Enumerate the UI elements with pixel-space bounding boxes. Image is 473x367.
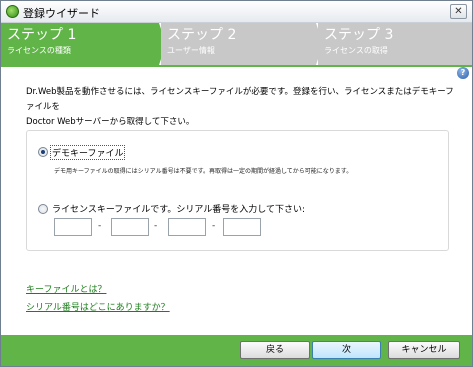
license-key-label[interactable]: ライセンスキーファイルです。シリアル番号を入力して下さい:	[52, 202, 305, 215]
serial-field-4[interactable]	[223, 218, 261, 236]
step-2-tab: ステップ 2 ユーザー情報	[161, 23, 316, 65]
next-button[interactable]: 次	[312, 341, 381, 359]
window-title: 登録ウイザード	[23, 7, 100, 20]
serial-field-1[interactable]	[54, 218, 92, 236]
demo-key-radio[interactable]	[38, 147, 48, 157]
registration-wizard-window: 登録ウイザード ✕ ステップ 1 ライセンスの種類 ステップ 2 ユーザー情報 …	[0, 0, 473, 367]
intro-line-2: Doctor Webサーバーから取得して下さい。	[26, 117, 195, 127]
step-1-subtitle: ライセンスの種類	[7, 46, 71, 55]
step-3-title: ステップ 3	[324, 27, 394, 43]
drweb-spider-icon	[6, 5, 19, 18]
title-bar: 登録ウイザード ✕	[1, 1, 472, 23]
step-2-title: ステップ 2	[167, 27, 237, 43]
serial-separator: -	[212, 221, 216, 231]
demo-key-label[interactable]: デモキーファイル	[50, 145, 126, 160]
step-3-subtitle: ライセンスの取得	[324, 46, 388, 55]
back-button[interactable]: 戻る	[240, 341, 310, 359]
intro-line-1: Dr.Web製品を動作させるには、ライセンスキーファイルが必要です。登録を行い、…	[26, 87, 454, 112]
step-3-tab: ステップ 3 ライセンスの取得	[318, 23, 472, 65]
button-bar: 戻る 次 キャンセル	[1, 335, 472, 366]
serial-field-3[interactable]	[168, 218, 206, 236]
serial-separator: -	[154, 221, 158, 231]
step-indicator: ステップ 1 ライセンスの種類 ステップ 2 ユーザー情報 ステップ 3 ライセ…	[1, 23, 472, 65]
license-key-radio[interactable]	[38, 204, 48, 214]
cancel-button[interactable]: キャンセル	[388, 341, 460, 359]
serial-field-2[interactable]	[111, 218, 149, 236]
serial-separator: -	[98, 221, 102, 231]
where-is-serial-link[interactable]: シリアル番号はどこにありますか？	[26, 300, 170, 313]
step-divider	[1, 65, 472, 67]
what-is-key-file-link[interactable]: キーファイルとは？	[26, 282, 106, 295]
help-icon[interactable]: ?	[457, 67, 469, 79]
close-button[interactable]: ✕	[450, 4, 467, 19]
demo-key-note: デモ用キーファイルの取得にはシリアル番号は不要です。再取得は一定の期間が経過して…	[54, 168, 353, 175]
step-2-subtitle: ユーザー情報	[167, 46, 215, 55]
step-1-title: ステップ 1	[7, 27, 77, 43]
intro-text: Dr.Web製品を動作させるには、ライセンスキーファイルが必要です。登録を行い、…	[26, 85, 456, 130]
step-1-tab: ステップ 1 ライセンスの種類	[1, 23, 159, 65]
license-options-panel: デモキーファイル デモ用キーファイルの取得にはシリアル番号は不要です。再取得は一…	[26, 130, 449, 251]
